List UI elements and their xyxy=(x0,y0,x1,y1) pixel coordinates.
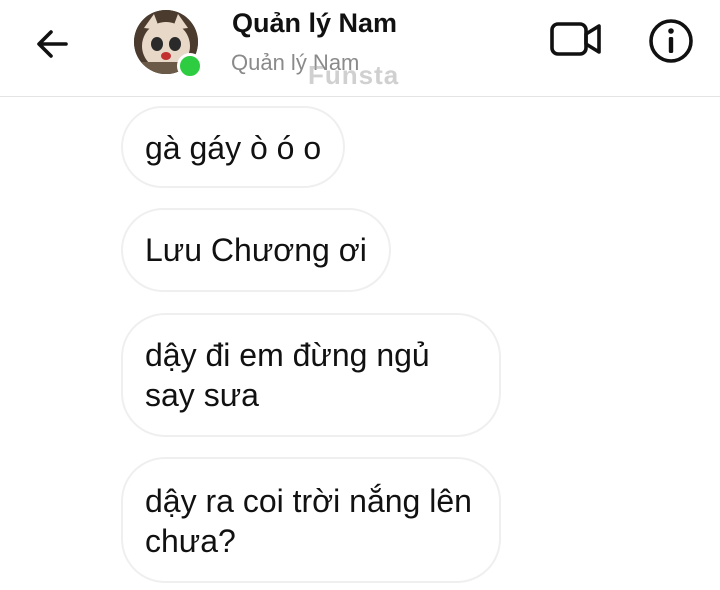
arrow-left-icon xyxy=(37,30,68,58)
avatar[interactable] xyxy=(134,10,203,79)
video-camera-icon xyxy=(550,22,601,56)
back-button[interactable] xyxy=(30,24,74,64)
info-circle-icon xyxy=(649,19,693,63)
info-button[interactable] xyxy=(646,16,696,66)
message-text: Lưu Chương ơi xyxy=(145,232,367,268)
contact-name[interactable]: Quản lý Nam xyxy=(232,8,397,39)
message-text: gà gáy ò ó o xyxy=(145,130,322,166)
message-bubble[interactable]: Lưu Chương ơi xyxy=(121,208,391,292)
chat-header: Quản lý Nam Quản lý Nam Funsta xyxy=(0,0,720,97)
watermark: Funsta xyxy=(308,60,400,90)
message-bubble[interactable]: gà gáy ò ó o xyxy=(121,106,346,188)
message-bubble[interactable]: dậy đi em đừng ngủ say sưa xyxy=(121,313,501,437)
online-status-dot xyxy=(177,53,203,79)
video-call-button[interactable] xyxy=(548,16,604,62)
message-text: dậy đi em đừng ngủ say sưa xyxy=(145,337,430,413)
message-text: dậy ra coi trời nắng lên chưa? xyxy=(145,483,472,559)
message-bubble[interactable]: dậy ra coi trời nắng lên chưa? xyxy=(121,457,501,583)
